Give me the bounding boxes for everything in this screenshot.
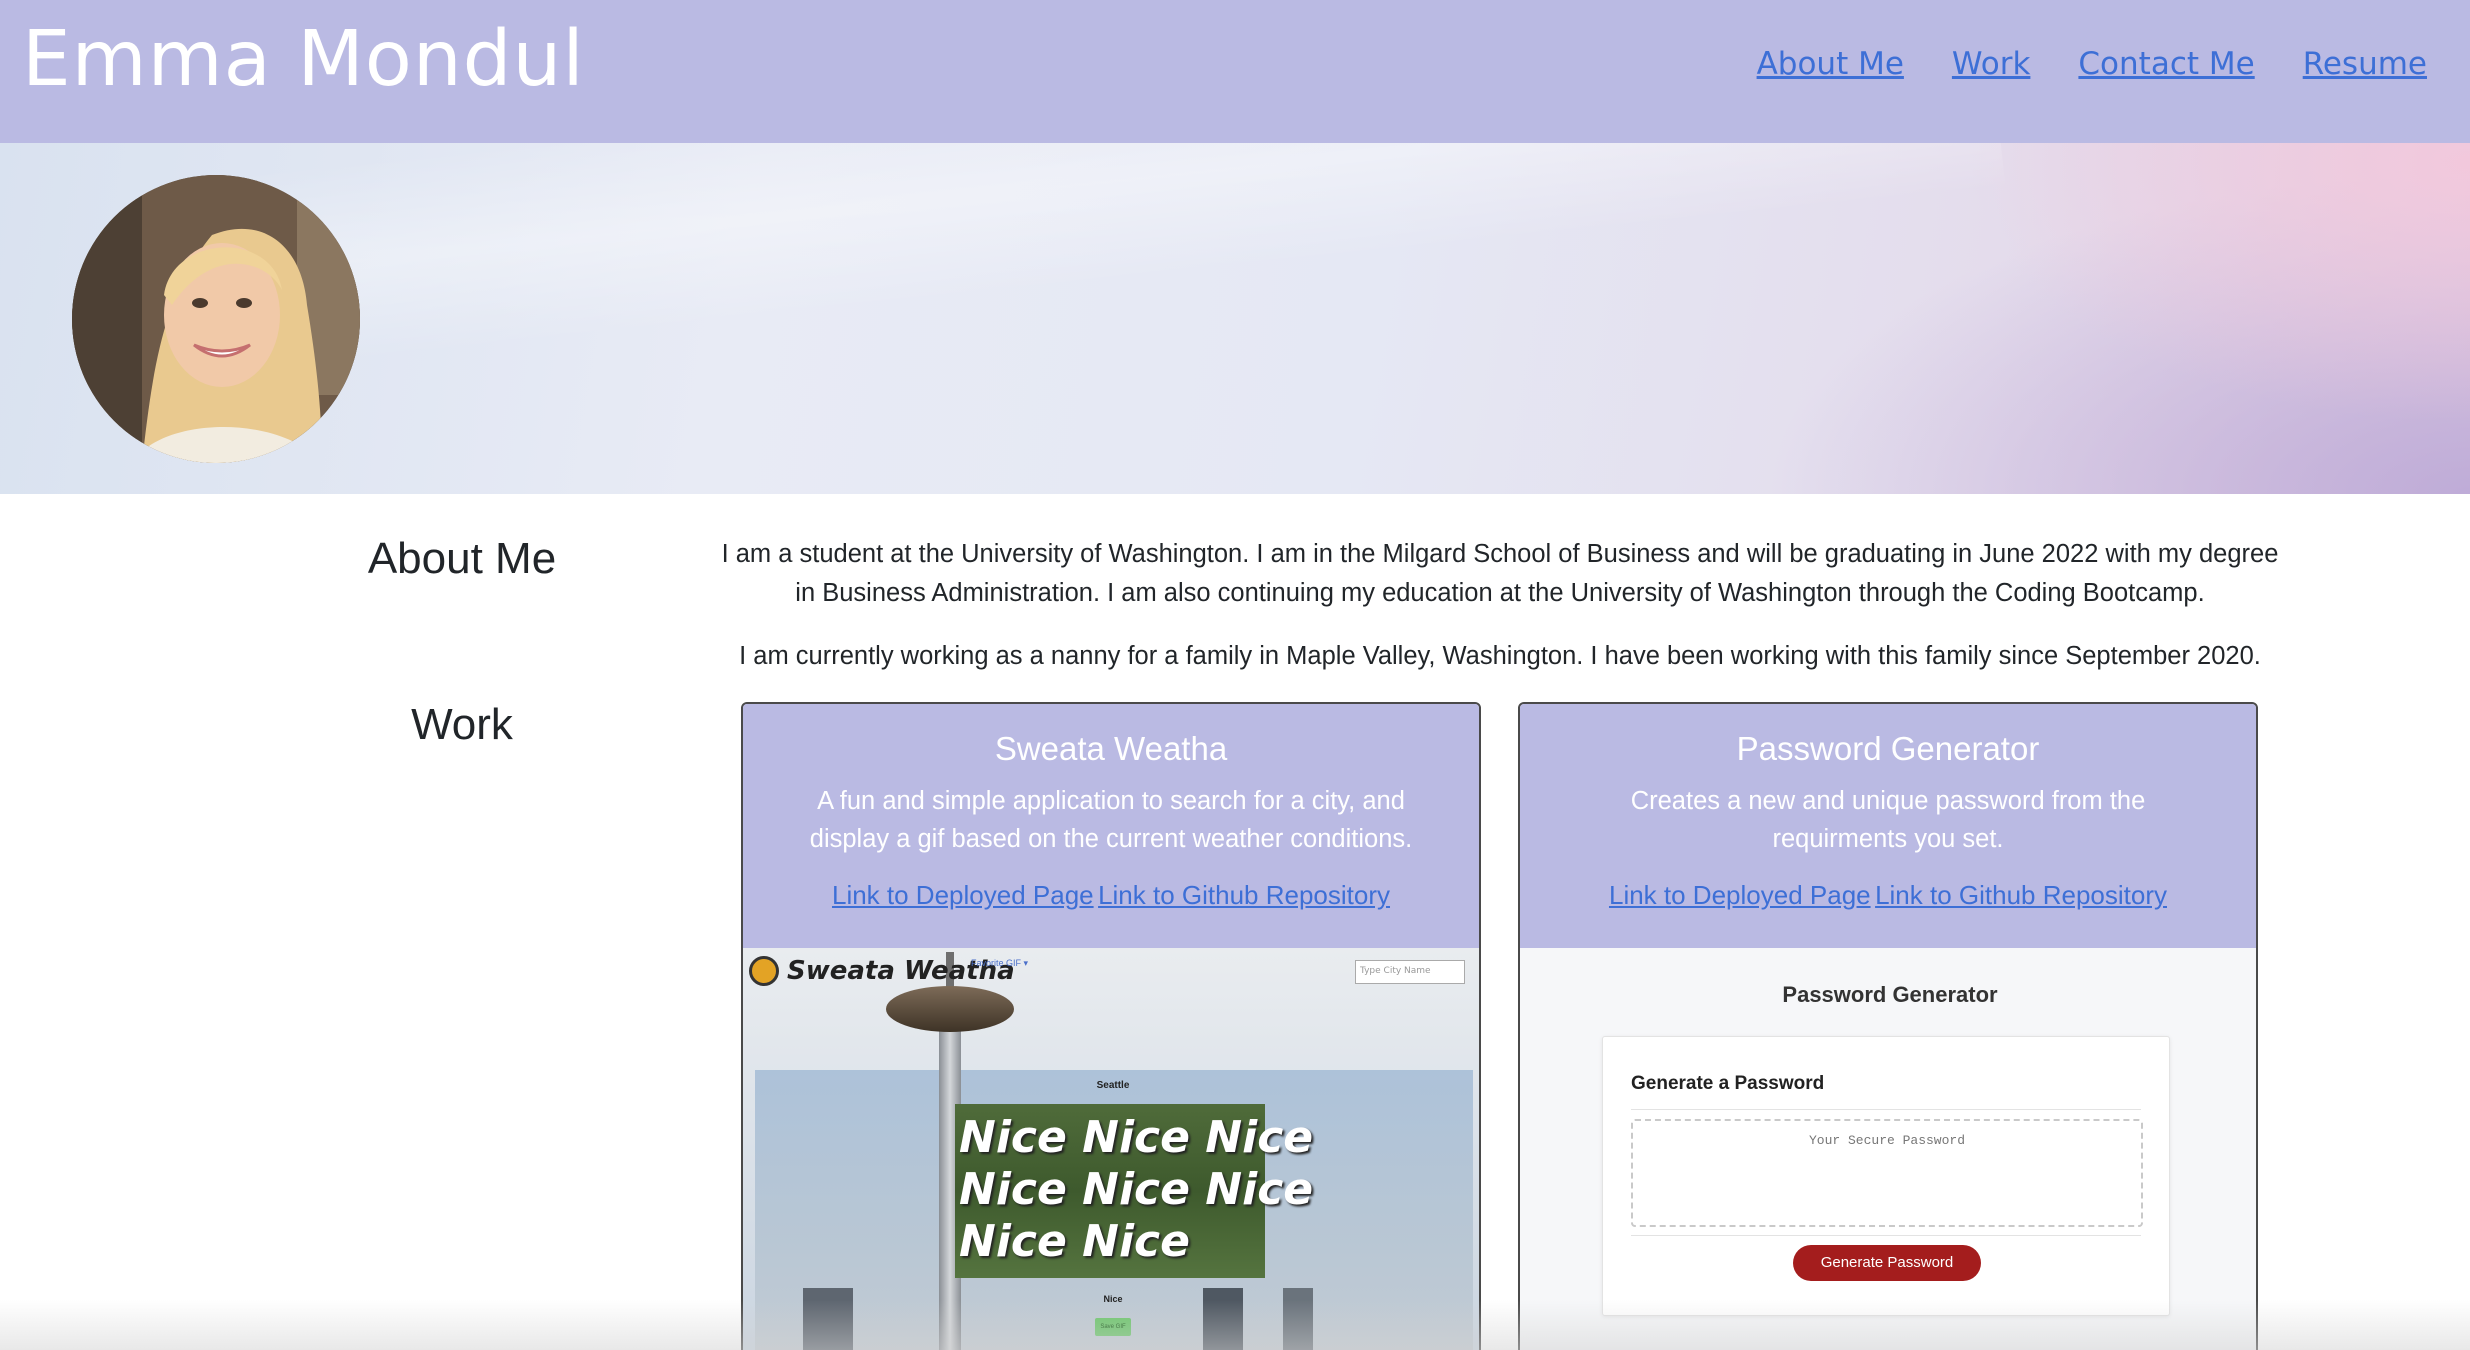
gif-text-line: Nice Nice Nice: [959, 1164, 1314, 1215]
about-paragraph: I am currently working as a nanny for a …: [739, 642, 2261, 670]
weather-condition-label: Nice: [1103, 1294, 1123, 1304]
city-search-input: Type City Name: [1355, 960, 1465, 984]
project-card-header: Sweata Weatha A fun and simple applicati…: [743, 704, 1479, 948]
gif-text-line: Nice Nice Nice: [959, 1112, 1314, 1163]
project-links: Link to Deployed Page Link to Github Rep…: [743, 880, 1479, 911]
brand-name[interactable]: Emma Mondul: [22, 17, 585, 103]
gif-text-line: Nice Nice: [959, 1216, 1190, 1267]
about-me-text: I am a student at the University of Wash…: [715, 535, 2285, 700]
nav-link-about-me[interactable]: About Me: [1757, 46, 1904, 82]
nav-links: About Me Work Contact Me Resume: [1757, 46, 2427, 82]
project-card-header: Password Generator Creates a new and uni…: [1520, 704, 2256, 948]
nav-link-work[interactable]: Work: [1952, 46, 2031, 82]
weather-gif: Nice Nice Nice Nice Nice Nice Nice Nice: [955, 1104, 1314, 1278]
nav-link-resume[interactable]: Resume: [2303, 46, 2427, 82]
project-title: Sweata Weatha: [994, 730, 1228, 767]
save-gif-button: Save GIF: [1095, 1318, 1131, 1336]
divider: [1631, 1109, 2141, 1110]
profile-photo: [72, 175, 360, 463]
city-label: Seattle: [1096, 1080, 1130, 1091]
sweater-logo-icon: [749, 956, 779, 986]
project-card-password-generator: Password Generator Creates a new and uni…: [1518, 702, 2258, 1350]
nav-link-contact-me[interactable]: Contact Me: [2078, 46, 2254, 82]
project-description: A fun and simple application to search f…: [809, 787, 1413, 853]
divider: [1631, 1235, 2141, 1236]
password-card: Generate a Password Your Secure Password…: [1602, 1036, 2170, 1316]
project-links: Link to Deployed Page Link to Github Rep…: [1520, 880, 2256, 911]
deployed-page-link[interactable]: Link to Deployed Page: [832, 880, 1094, 910]
favorite-gif-dropdown: Favorite GIF ▾: [971, 958, 1029, 968]
generate-password-button: Generate Password: [1793, 1245, 1981, 1281]
space-needle-top: [886, 986, 1014, 1032]
deployed-page-link[interactable]: Link to Deployed Page: [1609, 880, 1871, 910]
about-me-heading: About Me: [367, 534, 557, 583]
project-title: Password Generator: [1736, 730, 2040, 767]
work-heading: Work: [411, 700, 513, 749]
project-description: Creates a new and unique password from t…: [1630, 787, 2146, 853]
top-navbar: Emma Mondul About Me Work Contact Me Res…: [0, 0, 2470, 143]
project-card-sweata-weatha: Sweata Weatha A fun and simple applicati…: [741, 702, 1481, 1350]
about-paragraph: I am a student at the University of Wash…: [721, 540, 2279, 607]
hero-sky-streak: [194, 143, 2006, 377]
password-generator-heading: Password Generator: [1782, 982, 1998, 1007]
github-repo-link[interactable]: Link to Github Repository: [1098, 880, 1390, 910]
password-card-title: Generate a Password: [1631, 1073, 1825, 1094]
password-output-field: Your Secure Password: [1631, 1119, 2143, 1227]
github-repo-link[interactable]: Link to Github Repository: [1875, 880, 2167, 910]
profile-avatar: [72, 175, 360, 463]
project-screenshot-password[interactable]: Password Generator Generate a Password Y…: [1520, 948, 2256, 1350]
project-screenshot-weather[interactable]: Sweata Weatha Favorite GIF ▾ Type City N…: [743, 948, 1479, 1350]
hero-banner: [0, 143, 2470, 494]
